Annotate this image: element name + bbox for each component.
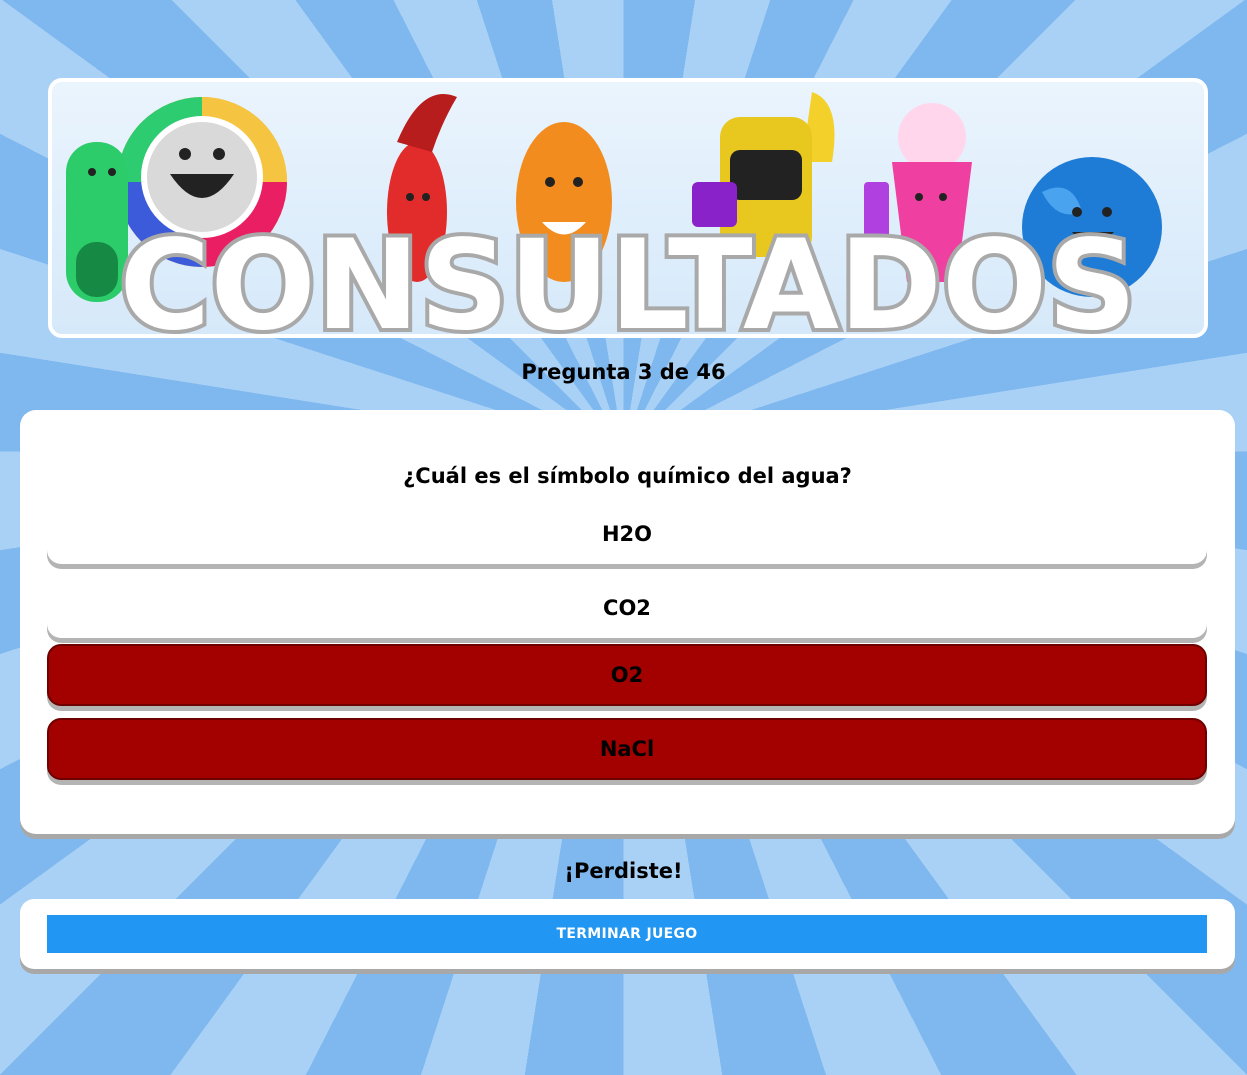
answer-option-3[interactable]: O2: [47, 644, 1207, 706]
game-result-text: ¡Perdiste!: [564, 859, 683, 883]
game-banner: CONSULTADOS: [48, 78, 1208, 338]
end-game-button[interactable]: TERMINAR JUEGO: [47, 915, 1207, 953]
actions-card: TERMINAR JUEGO: [20, 899, 1235, 969]
banner-title: CONSULTADOS: [119, 214, 1136, 334]
answer-option-4[interactable]: NaCl: [47, 718, 1207, 780]
question-card: ¿Cuál es el símbolo químico del agua? H2…: [20, 410, 1235, 834]
answer-option-2[interactable]: CO2: [47, 578, 1207, 638]
banner-illustration: CONSULTADOS: [66, 92, 1162, 334]
question-counter: Pregunta 3 de 46: [521, 360, 726, 384]
answer-option-1[interactable]: H2O: [47, 504, 1207, 564]
question-text: ¿Cuál es el símbolo químico del agua?: [403, 464, 852, 488]
